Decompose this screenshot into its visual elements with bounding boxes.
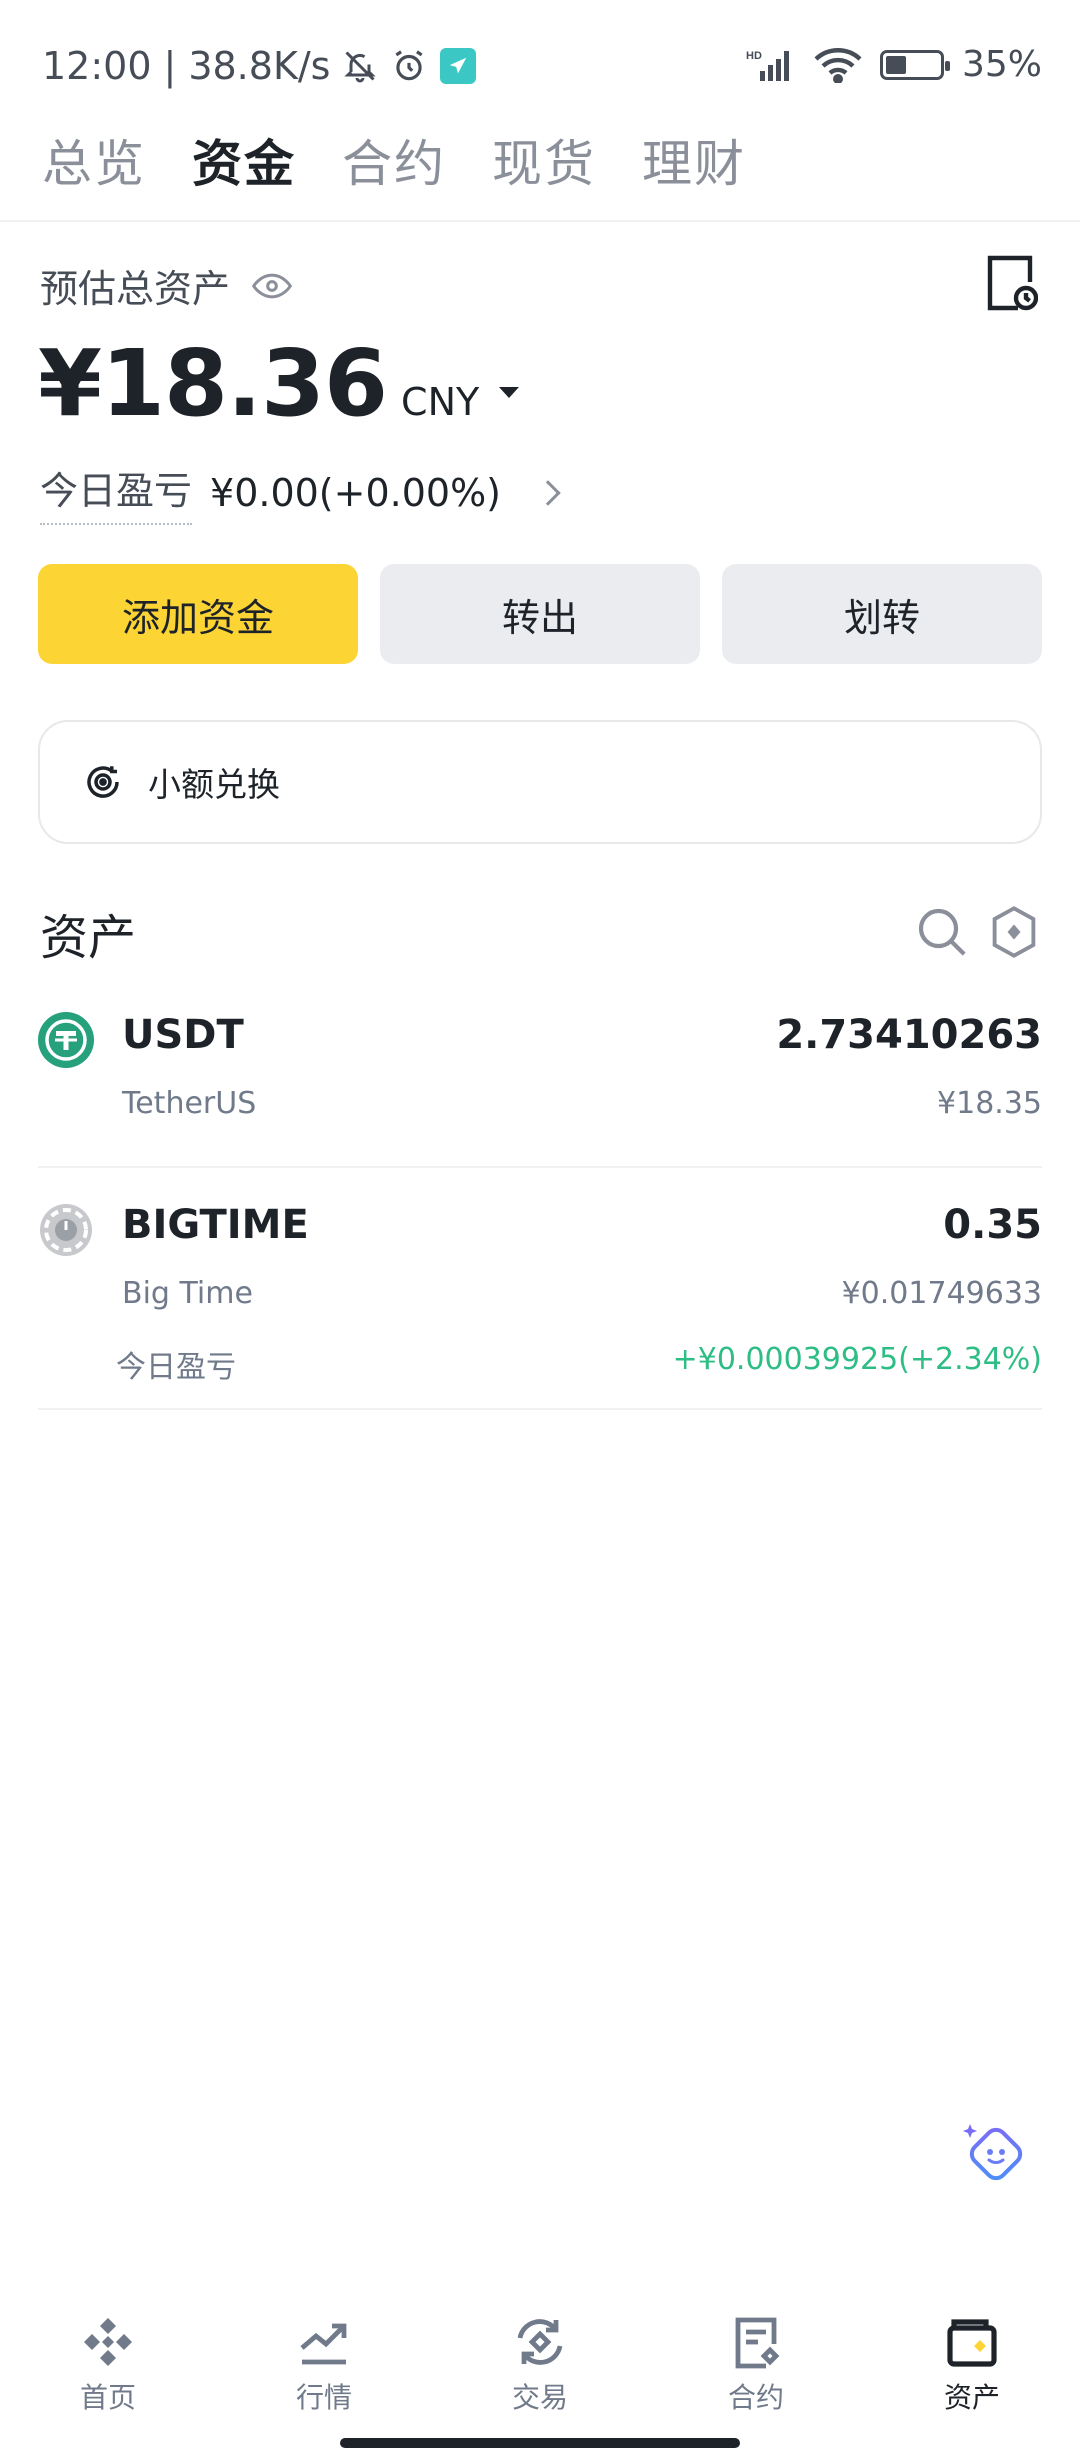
hexagon-settings-icon[interactable] [988, 904, 1040, 960]
asset-symbol: BIGTIME [122, 1202, 309, 1248]
battery-percent: 35% [961, 44, 1042, 85]
asset-name: Big Time [122, 1276, 253, 1311]
transfer-button[interactable]: 划转 [722, 564, 1042, 664]
nav-futures-label: 合约 [727, 2381, 784, 2414]
battery-icon [879, 49, 950, 80]
nav-futures[interactable]: 合约 [648, 2300, 864, 2420]
location-app-icon [440, 48, 477, 84]
asset-amount: 2.73410263 [776, 1012, 1042, 1058]
tab-futures[interactable]: 合约 [342, 124, 446, 196]
nav-trade[interactable]: 交易 [432, 2300, 648, 2420]
asset-fiat-value: ¥0.01749633 [841, 1276, 1042, 1311]
tab-earn[interactable]: 理财 [642, 124, 746, 196]
convert-small-balance-label: 小额兑换 [148, 765, 280, 804]
home-icon [84, 2318, 132, 2366]
asset-symbol: USDT [122, 1012, 244, 1058]
nav-home[interactable]: 首页 [0, 2300, 216, 2420]
ai-assistant-icon[interactable] [962, 2120, 1028, 2186]
asset-today-pnl-label: 今日盈亏 [116, 1350, 236, 1385]
nav-markets[interactable]: 行情 [216, 2300, 432, 2420]
asset-today-pnl-value: +¥0.00039925(+2.34%) [672, 1342, 1042, 1377]
asset-fiat-value: ¥18.35 [937, 1086, 1042, 1121]
chevron-right-icon[interactable] [535, 479, 561, 506]
tab-spot[interactable]: 现货 [492, 124, 596, 196]
tab-funding[interactable]: 资金 [192, 124, 296, 196]
status-left: 12:00 | 38.8K/s [42, 44, 477, 88]
bell-muted-icon [344, 51, 377, 83]
assets-title: 资产 [40, 910, 137, 966]
network-hd-badge: HD [746, 50, 762, 62]
futures-icon [735, 2317, 780, 2369]
asset-amount: 0.35 [943, 1202, 1042, 1248]
balance-row: ¥18.36 CNY [38, 330, 520, 437]
nav-assets[interactable]: 资产 [864, 2300, 1080, 2420]
wifi-icon [814, 47, 862, 83]
today-pnl-label: 今日盈亏 [40, 460, 193, 525]
nav-assets-label: 资产 [943, 2381, 1000, 2414]
asset-row-usdt[interactable]: USDT TetherUS 2.73410263 ¥18.35 [38, 1006, 1042, 1146]
search-icon[interactable] [914, 904, 970, 960]
status-separator: | [163, 44, 177, 88]
wallet-icon [947, 2319, 997, 2367]
tab-overview[interactable]: 总览 [42, 124, 146, 196]
status-time: 12:00 [42, 44, 152, 88]
row-divider [38, 1166, 1042, 1168]
bigtime-coin-icon [40, 1204, 92, 1256]
status-bar: 12:00 | 38.8K/s HD 35% [0, 0, 1080, 136]
signal-icon: HD [746, 50, 789, 81]
action-buttons: 添加资金 转出 划转 [38, 564, 1042, 664]
convert-dust-icon [87, 766, 119, 798]
today-pnl-row[interactable]: 今日盈亏 ¥0.00(+0.00%) [40, 460, 561, 525]
eye-icon[interactable] [252, 272, 293, 300]
caret-down-icon[interactable] [499, 387, 520, 398]
convert-small-balance-card[interactable]: 小额兑换 [38, 720, 1042, 844]
battery-level [885, 55, 907, 74]
currency-selector[interactable]: CNY [401, 380, 479, 424]
estimated-balance-label: 预估总资产 [40, 267, 231, 311]
asset-row-bigtime[interactable]: BIGTIME Big Time 0.35 ¥0.01749633 今日盈亏 +… [38, 1196, 1042, 1396]
transaction-history-icon[interactable] [984, 254, 1038, 312]
total-balance-value: ¥18.36 [38, 330, 388, 437]
status-net-speed: 38.8K/s [188, 44, 331, 88]
tab-divider [0, 220, 1080, 222]
alarm-clock-icon [395, 50, 424, 81]
add-funds-button[interactable]: 添加资金 [38, 564, 358, 664]
top-tabs: 总览 资金 合约 现货 理财 [42, 124, 746, 196]
markets-icon [300, 2323, 347, 2365]
row-divider [38, 1408, 1042, 1410]
today-pnl-value: ¥0.00(+0.00%) [210, 470, 502, 515]
nav-markets-label: 行情 [295, 2381, 352, 2414]
usdt-coin-icon [38, 1012, 94, 1068]
trade-icon [517, 2319, 563, 2365]
withdraw-button[interactable]: 转出 [380, 564, 700, 664]
assets-header: 资产 [40, 898, 1040, 968]
estimated-balance-header: 预估总资产 [40, 258, 293, 313]
asset-name: TetherUS [122, 1086, 257, 1121]
home-indicator [340, 2438, 740, 2448]
nav-home-label: 首页 [79, 2381, 136, 2414]
nav-trade-label: 交易 [511, 2381, 568, 2414]
status-right: HD 35% [746, 44, 1042, 85]
bottom-nav: 首页 行情 交易 合约 资产 [0, 2300, 1080, 2420]
